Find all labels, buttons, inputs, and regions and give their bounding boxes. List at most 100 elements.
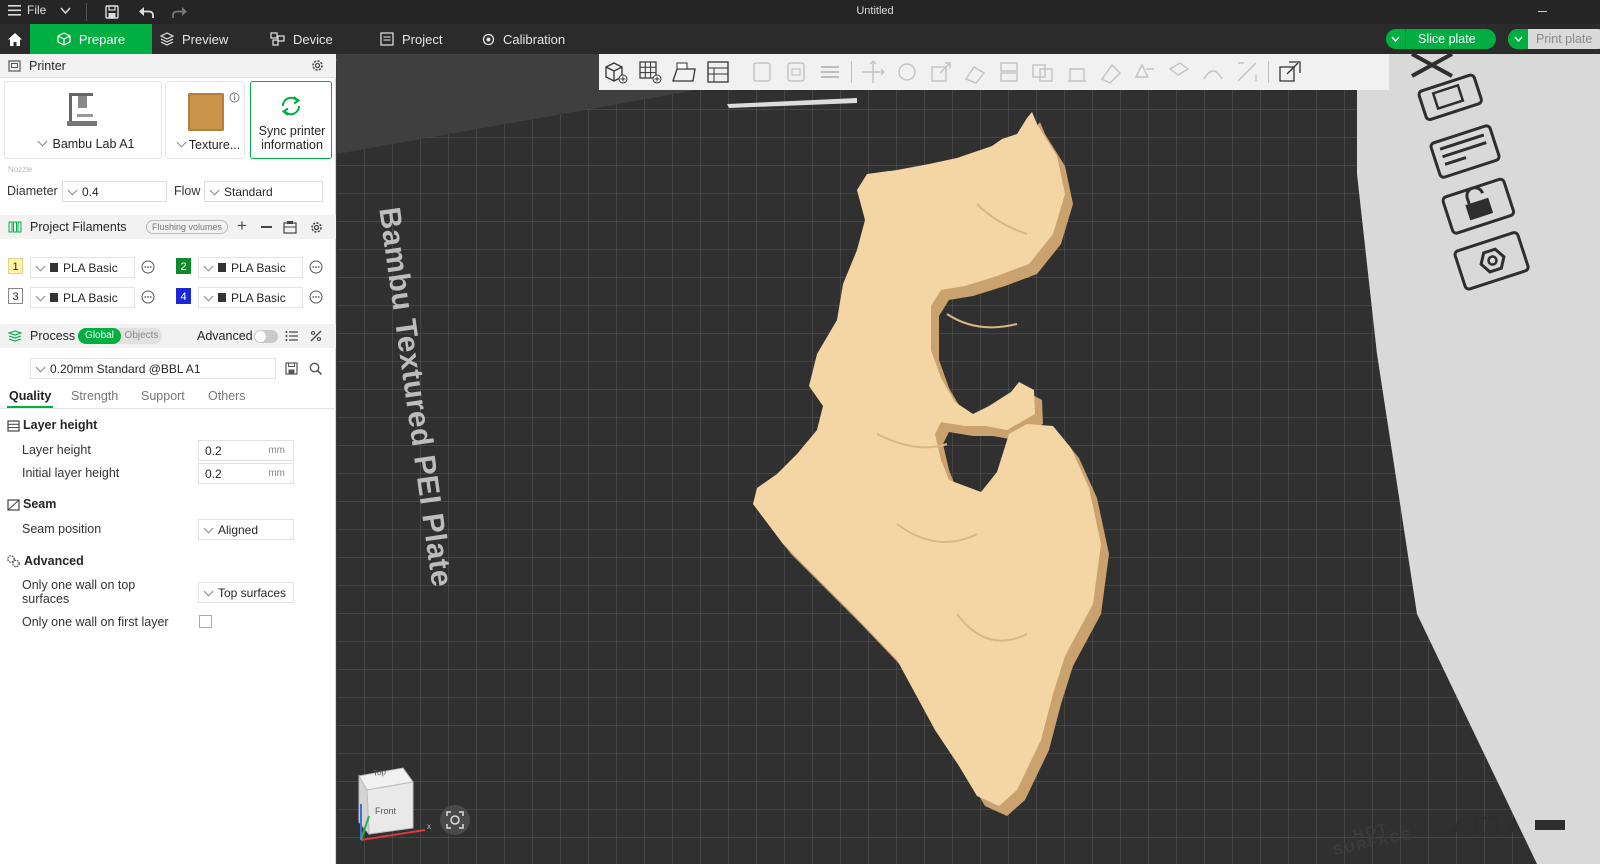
filament-more-icon[interactable] xyxy=(309,290,323,304)
advanced-toggle[interactable] xyxy=(254,330,278,343)
global-objects-toggle[interactable]: Global Objects xyxy=(78,328,162,344)
filament-spool-icon xyxy=(50,293,58,302)
slice-dropdown[interactable] xyxy=(1386,29,1406,49)
lock-plate-icon[interactable] xyxy=(1441,177,1516,235)
filament-more-icon[interactable] xyxy=(141,290,155,304)
tab-preview[interactable]: Preview xyxy=(146,24,242,54)
tab-project[interactable]: Project xyxy=(366,24,456,54)
split-parts-icon[interactable] xyxy=(783,59,809,85)
gear-icon[interactable] xyxy=(310,221,323,234)
one-wall-top-select[interactable]: Top surfaces xyxy=(198,582,294,603)
filament-slot-4[interactable]: 4 xyxy=(176,288,191,304)
boolean-icon[interactable] xyxy=(1030,59,1056,85)
auto-orient-icon[interactable] xyxy=(671,59,697,85)
measure-icon[interactable] xyxy=(1200,59,1226,85)
chevron-down-icon xyxy=(209,185,220,195)
slot-number: 3 xyxy=(8,288,23,304)
seam-paint-icon[interactable] xyxy=(1098,59,1124,85)
view-cube-top-label[interactable]: Top xyxy=(372,767,386,778)
auto-arrange-plate-icon[interactable] xyxy=(1417,73,1483,121)
flushing-volumes-button[interactable]: Flushing volumes xyxy=(146,220,229,234)
filament-select[interactable]: PLA Basic xyxy=(30,257,135,278)
slice-plate-button[interactable]: Slice plate xyxy=(1386,29,1496,49)
home-button[interactable] xyxy=(0,24,30,54)
add-object-icon[interactable] xyxy=(603,59,629,85)
filament-more-icon[interactable] xyxy=(141,260,155,274)
filament-select[interactable]: PLA Basic xyxy=(30,287,135,308)
process-preset-select[interactable]: 0.20mm Standard @BBL A1 xyxy=(30,358,276,379)
add-plate-icon[interactable] xyxy=(637,59,663,85)
text-icon[interactable] xyxy=(1166,59,1192,85)
filament-select[interactable]: PLA Basic xyxy=(198,287,303,308)
minimize-icon[interactable] xyxy=(1538,11,1547,12)
rotate-icon[interactable] xyxy=(894,59,920,85)
fuzzy-skin-icon[interactable] xyxy=(1132,59,1158,85)
sync-printer-button[interactable]: Sync printer information xyxy=(250,81,332,159)
process-preset-value: 0.20mm Standard @BBL A1 xyxy=(50,361,201,376)
toggle-view-icon[interactable] xyxy=(1277,59,1303,85)
one-wall-top-label-line2: surfaces xyxy=(22,592,70,606)
print-dropdown[interactable] xyxy=(1508,29,1528,49)
diameter-select[interactable]: 0.4 xyxy=(62,181,167,202)
plate-settings-icon[interactable] xyxy=(1453,231,1530,291)
tab-prepare[interactable]: Prepare xyxy=(30,24,152,54)
view-cube[interactable]: Top Front x xyxy=(351,764,431,844)
3d-viewport[interactable]: Bambu Textured PEI Plate HOT SURFACE Top… xyxy=(337,54,1600,864)
filament-more-icon[interactable] xyxy=(309,260,323,274)
one-wall-first-layer-checkbox[interactable] xyxy=(199,615,212,628)
filament-name: PLA Basic xyxy=(231,290,286,305)
save-preset-icon[interactable] xyxy=(285,362,298,375)
assembly-icon[interactable] xyxy=(1234,59,1260,85)
add-filament-icon[interactable]: + xyxy=(237,216,247,236)
chevron-down-icon xyxy=(1513,36,1523,42)
filament-select[interactable]: PLA Basic xyxy=(198,257,303,278)
move-icon[interactable] xyxy=(860,59,886,85)
ams-sync-icon[interactable] xyxy=(283,220,297,234)
support-paint-icon[interactable] xyxy=(1064,59,1090,85)
view-cube-front-label[interactable]: Front xyxy=(375,806,396,816)
plate-type-selector[interactable]: Texture... xyxy=(165,81,245,159)
plate-type: Texture... xyxy=(166,137,246,152)
search-icon[interactable] xyxy=(309,362,322,375)
remove-filament-icon[interactable] xyxy=(261,226,272,228)
plate-layout-icon[interactable] xyxy=(1429,124,1501,179)
printer-selector[interactable]: Bambu Lab A1 xyxy=(4,81,162,159)
cube-icon xyxy=(57,32,71,46)
lay-on-face-icon[interactable] xyxy=(962,59,988,85)
tab-prepare-label: Prepare xyxy=(78,31,126,47)
chevron-down-icon xyxy=(203,523,214,533)
filament-name: PLA Basic xyxy=(231,260,286,275)
tab-calibration-label: Calibration xyxy=(503,31,566,47)
tab-calibration[interactable]: Calibration xyxy=(468,24,579,54)
flow-select[interactable]: Standard xyxy=(204,181,323,202)
global-option[interactable]: Global xyxy=(78,328,121,344)
layer-height-label: Layer height xyxy=(22,443,91,457)
filament-slot-3[interactable]: 3 xyxy=(8,288,23,304)
subtab-quality[interactable]: Quality xyxy=(9,389,51,403)
filament-slot-2[interactable]: 2 xyxy=(176,258,191,274)
print-plate-button[interactable]: Print plate xyxy=(1508,29,1600,49)
subtab-others[interactable]: Others xyxy=(208,389,246,403)
split-objects-icon[interactable] xyxy=(749,59,775,85)
tab-device[interactable]: Device xyxy=(256,24,347,54)
objects-option[interactable]: Objects xyxy=(121,328,162,344)
layer-height-input[interactable]: 0.2 mm xyxy=(198,440,294,461)
process-section-title: Process xyxy=(30,329,76,343)
seam-position-select[interactable]: Aligned xyxy=(198,519,294,540)
zoom-fit-button[interactable] xyxy=(440,805,470,835)
filament-slot-1[interactable]: 1 xyxy=(8,258,23,274)
subtab-strength[interactable]: Strength xyxy=(71,389,118,403)
cut-icon[interactable] xyxy=(996,59,1022,85)
layers-editing-icon[interactable] xyxy=(817,59,843,85)
compare-icon[interactable] xyxy=(310,330,322,342)
chevron-down-icon xyxy=(67,185,78,195)
arrange-icon[interactable] xyxy=(705,59,731,85)
gear-icon[interactable] xyxy=(311,59,324,72)
subtab-support[interactable]: Support xyxy=(141,389,185,403)
window-title: Untitled xyxy=(856,5,894,17)
list-icon[interactable] xyxy=(285,330,298,342)
scale-icon[interactable] xyxy=(928,59,954,85)
info-icon[interactable] xyxy=(229,92,240,103)
close-plate-icon[interactable] xyxy=(1411,54,1453,78)
initial-layer-height-input[interactable]: 0.2 mm xyxy=(198,463,294,484)
